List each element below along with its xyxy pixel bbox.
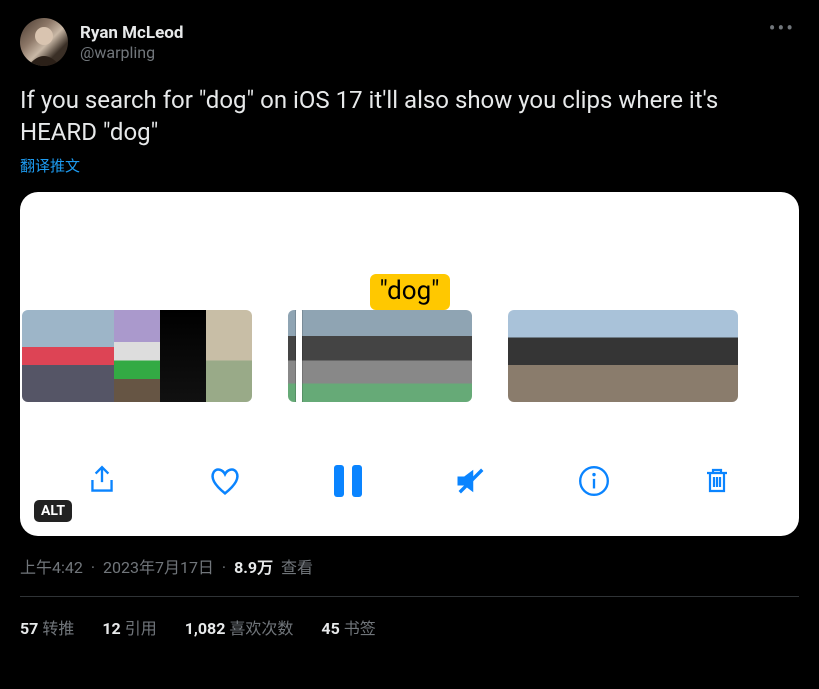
clip-thumb <box>160 310 206 402</box>
media-toolbar <box>20 402 799 536</box>
likes-stat[interactable]: 1,082喜欢次数 <box>185 615 294 639</box>
tweet-body-text: If you search for "dog" on iOS 17 it'll … <box>20 84 799 149</box>
more-menu-button[interactable]: ••• <box>769 16 795 40</box>
retweets-stat[interactable]: 57转推 <box>20 615 74 639</box>
share-icon[interactable] <box>82 461 122 501</box>
tweet-time[interactable]: 上午4:42 <box>20 558 83 577</box>
media-attachment[interactable]: "dog" <box>20 192 799 536</box>
avatar[interactable] <box>20 18 68 66</box>
divider <box>20 596 799 597</box>
clip-group[interactable] <box>22 310 252 402</box>
heart-icon[interactable] <box>205 461 245 501</box>
bookmarks-stat[interactable]: 45书签 <box>321 615 375 639</box>
clip-thumb <box>380 310 426 402</box>
views-label: 查看 <box>281 558 313 577</box>
clip-thumb <box>646 310 692 402</box>
views-count[interactable]: 8.9万 <box>234 558 273 577</box>
tweet-container: ••• Ryan McLeod @warpling If you search … <box>0 0 819 639</box>
trash-icon[interactable] <box>697 461 737 501</box>
pause-icon[interactable] <box>328 461 368 501</box>
mute-icon[interactable] <box>451 461 491 501</box>
playhead[interactable] <box>296 310 302 402</box>
clip-thumb <box>288 310 334 402</box>
clip-thumb <box>692 310 738 402</box>
clip-thumb <box>206 310 252 402</box>
clip-thumb <box>114 310 160 402</box>
author-display-name: Ryan McLeod <box>80 23 183 43</box>
translate-link[interactable]: 翻译推文 <box>20 155 799 176</box>
clip-thumb <box>334 310 380 402</box>
search-highlight-tag: "dog" <box>370 274 450 310</box>
clip-thumb <box>600 310 646 402</box>
clip-thumb <box>554 310 600 402</box>
tweet-stats-row: 57转推 12引用 1,082喜欢次数 45书签 <box>20 615 799 639</box>
clip-thumb <box>68 310 114 402</box>
clip-thumb <box>426 310 472 402</box>
tweet-date[interactable]: 2023年7月17日 <box>103 558 214 577</box>
clip-group-active[interactable] <box>288 310 472 402</box>
author-name-block[interactable]: Ryan McLeod @warpling <box>80 18 183 66</box>
author-handle: @warpling <box>80 43 183 62</box>
clip-thumb <box>22 310 68 402</box>
tweet-meta-row: 上午4:42 · 2023年7月17日 · 8.9万 查看 <box>20 554 799 578</box>
info-icon[interactable] <box>574 461 614 501</box>
media-top-area: "dog" <box>20 192 799 310</box>
quotes-stat[interactable]: 12引用 <box>102 615 156 639</box>
video-timeline[interactable] <box>20 310 799 402</box>
clip-group[interactable] <box>508 310 738 402</box>
alt-badge[interactable]: ALT <box>34 500 72 522</box>
clip-thumb <box>508 310 554 402</box>
tweet-header: Ryan McLeod @warpling <box>20 18 799 66</box>
